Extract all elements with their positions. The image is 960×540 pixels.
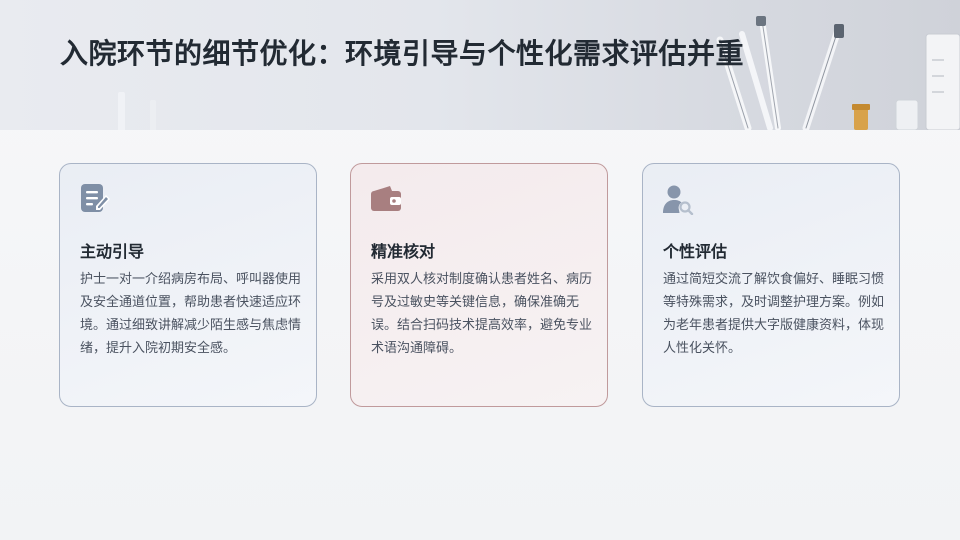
card-title: 个性评估 bbox=[663, 242, 728, 261]
card-personal-assessment: 个性评估 通过简短交流了解饮食偏好、睡眠习惯等特殊需求，及时调整护理方案。例如为… bbox=[642, 163, 900, 407]
card-title: 精准核对 bbox=[371, 242, 436, 261]
user-search-icon bbox=[663, 185, 694, 215]
card-description: 采用双人核对制度确认患者姓名、病历号及过敏史等关键信息，确保准确无误。结合扫码技… bbox=[371, 272, 593, 356]
card-precise-verification: 精准核对 采用双人核对制度确认患者姓名、病历号及过敏史等关键信息，确保准确无误。… bbox=[350, 163, 608, 407]
card-active-guidance: 主动引导 护士一对一介绍病房布局、呼叫器使用及安全通道位置，帮助患者快速适应环境… bbox=[59, 163, 317, 407]
card-title: 主动引导 bbox=[80, 242, 145, 261]
wallet-icon bbox=[371, 186, 401, 211]
page-title: 入院环节的细节优化：环境引导与个性化需求评估并重 bbox=[60, 37, 745, 70]
document-edit-icon bbox=[81, 184, 110, 212]
card-description: 通过简短交流了解饮食偏好、睡眠习惯等特殊需求，及时调整护理方案。例如为老年患者提… bbox=[663, 272, 885, 356]
card-description: 护士一对一介绍病房布局、呼叫器使用及安全通道位置，帮助患者快速适应环境。通过细致… bbox=[80, 272, 302, 356]
header-banner: 入院环节的细节优化：环境引导与个性化需求评估并重 bbox=[0, 0, 960, 130]
